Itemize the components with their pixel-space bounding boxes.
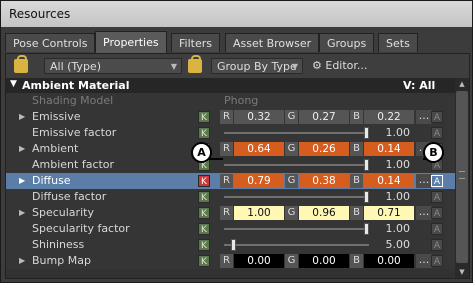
animate-button[interactable]: A xyxy=(431,255,443,267)
b-value[interactable]: 0.00 xyxy=(364,254,414,268)
chevron-down-icon: ▼ xyxy=(170,62,177,71)
tab-asset-browser[interactable]: Asset Browser xyxy=(225,33,320,52)
factor-slider[interactable] xyxy=(224,191,369,203)
property-row-emissive-factor[interactable]: Emissive factor K 1.00 A xyxy=(6,125,455,141)
tab-filters[interactable]: Filters xyxy=(171,33,220,52)
property-row-bump-map[interactable]: ▶ Bump Map K R 0.00 G 0.00 B 0.00 ... A xyxy=(6,253,455,269)
b-value[interactable]: 0.14 xyxy=(364,174,414,188)
grip-icon xyxy=(459,171,465,179)
more-button[interactable]: ... xyxy=(416,206,432,220)
r-value[interactable]: 0.32 xyxy=(234,110,284,124)
r-value[interactable]: 0.64 xyxy=(234,142,284,156)
r-value[interactable]: 0.00 xyxy=(234,254,284,268)
scroll-up-icon[interactable]: ▲ xyxy=(455,78,469,90)
r-value[interactable]: 1.00 xyxy=(234,206,284,220)
toolbar: All (Type) ▼ Group By Type ▼ ⚙ Editor... xyxy=(6,54,469,78)
tab-properties[interactable]: Properties xyxy=(95,31,167,53)
tab-groups[interactable]: Groups xyxy=(319,33,375,52)
key-button[interactable]: K xyxy=(198,175,210,187)
g-value[interactable]: 0.27 xyxy=(299,110,349,124)
g-value[interactable]: 0.00 xyxy=(299,254,349,268)
property-row-diffuse[interactable]: ▶ Diffuse K R 0.79 G 0.38 B 0.14 ... A xyxy=(6,173,455,189)
animate-button[interactable]: A xyxy=(431,207,443,219)
scroll-down-icon[interactable]: ▼ xyxy=(455,266,469,278)
animate-button[interactable]: A xyxy=(431,223,443,235)
expand-icon[interactable]: ▶ xyxy=(19,112,25,121)
property-row-diffuse-factor[interactable]: Diffuse factor K 1.00 A xyxy=(6,189,455,205)
g-value[interactable]: 0.26 xyxy=(299,142,349,156)
more-button[interactable]: ... xyxy=(416,174,432,188)
property-row-ambient[interactable]: ▶ Ambient K R 0.64 G 0.26 B 0.14 ... A xyxy=(6,141,455,157)
expand-icon[interactable]: ▶ xyxy=(19,208,25,217)
property-row-specularity[interactable]: ▶ Specularity K R 1.00 G 0.96 B 0.71 ...… xyxy=(6,205,455,221)
editor-button[interactable]: ⚙ Editor... xyxy=(312,58,367,74)
g-value[interactable]: 0.96 xyxy=(299,206,349,220)
b-value[interactable]: 0.22 xyxy=(364,110,414,124)
callout-a: A xyxy=(191,142,212,163)
expand-icon[interactable]: ▶ xyxy=(19,144,25,153)
section-title: Ambient Material xyxy=(22,79,130,92)
r-value[interactable]: 0.79 xyxy=(234,174,284,188)
slider-thumb[interactable] xyxy=(231,239,236,251)
callout-a-line xyxy=(209,158,223,160)
g-value[interactable]: 0.38 xyxy=(299,174,349,188)
key-button[interactable]: K xyxy=(198,255,210,267)
key-button[interactable]: K xyxy=(198,223,210,235)
property-row-shading-model[interactable]: Shading Model Phong xyxy=(6,93,455,109)
property-row-emissive[interactable]: ▶ Emissive K R 0.32 G 0.27 B 0.22 ... A xyxy=(6,109,455,125)
more-button[interactable]: ... xyxy=(416,110,432,124)
property-grid: ▼ Ambient Material V: All Shading Model … xyxy=(6,78,455,278)
property-row-specularity-factor[interactable]: Specularity factor K 1.00 A xyxy=(6,221,455,237)
factor-slider[interactable] xyxy=(224,127,369,139)
lock-icon[interactable] xyxy=(188,55,202,73)
collapse-icon[interactable]: ▼ xyxy=(10,79,17,89)
key-button[interactable]: K xyxy=(198,127,210,139)
group-by-select[interactable]: Group By Type ▼ xyxy=(211,58,303,74)
animate-button[interactable]: A xyxy=(431,239,443,251)
b-value[interactable]: 0.71 xyxy=(364,206,414,220)
scrollbar-thumb[interactable] xyxy=(456,91,468,263)
expand-icon[interactable]: ▶ xyxy=(19,176,25,185)
key-button[interactable]: K xyxy=(198,191,210,203)
window-title: Resources xyxy=(9,7,71,21)
factor-slider[interactable] xyxy=(224,159,369,171)
view-filter[interactable]: V: All xyxy=(403,79,435,92)
property-row-ambient-factor[interactable]: Ambient factor K 1.00 A xyxy=(6,157,455,173)
tab-bar: Pose Controls Properties Filters Asset B… xyxy=(5,31,467,53)
animate-button[interactable]: A xyxy=(431,127,443,139)
callout-b: B xyxy=(423,142,444,163)
animate-button[interactable]: A xyxy=(431,175,443,187)
vertical-scrollbar[interactable]: ▲ ▼ xyxy=(455,78,469,278)
animate-button[interactable]: A xyxy=(431,111,443,123)
type-filter-select[interactable]: All (Type) ▼ xyxy=(44,58,182,74)
tab-sets[interactable]: Sets xyxy=(378,33,418,52)
key-button[interactable]: K xyxy=(198,111,210,123)
shininess-slider[interactable] xyxy=(224,239,369,251)
properties-panel: All (Type) ▼ Group By Type ▼ ⚙ Editor... ▼… xyxy=(5,53,470,279)
tab-pose-controls[interactable]: Pose Controls xyxy=(5,33,96,52)
animate-button[interactable]: A xyxy=(431,191,443,203)
lock-icon[interactable] xyxy=(14,55,28,73)
more-button[interactable]: ... xyxy=(416,254,432,268)
expand-icon[interactable]: ▶ xyxy=(19,256,25,265)
gear-icon: ⚙ xyxy=(312,59,322,72)
chevron-down-icon: ▼ xyxy=(291,62,298,71)
key-button[interactable]: K xyxy=(198,239,210,251)
factor-slider[interactable] xyxy=(224,223,369,235)
b-value[interactable]: 0.14 xyxy=(364,142,414,156)
resources-window: Resources Pose Controls Properties Filte… xyxy=(0,0,473,283)
section-header[interactable]: ▼ Ambient Material V: All xyxy=(6,78,455,93)
key-button[interactable]: K xyxy=(198,207,210,219)
property-row-shininess[interactable]: Shininess K 5.00 A xyxy=(6,237,455,253)
title-bar[interactable]: Resources xyxy=(1,1,472,27)
